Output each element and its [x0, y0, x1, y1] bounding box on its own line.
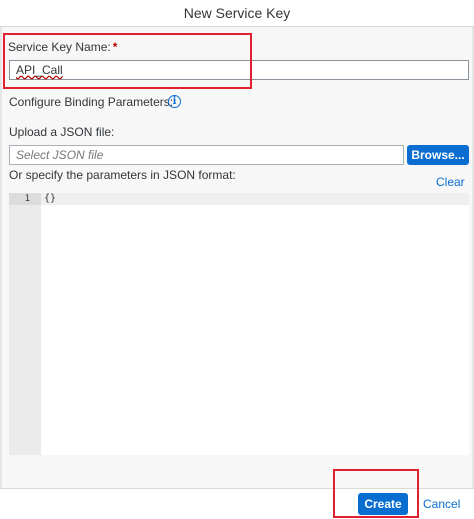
editor-code-area[interactable]: {}: [41, 193, 469, 455]
code-line: {}: [41, 193, 469, 205]
service-key-name-label: Service Key Name: *: [8, 40, 117, 54]
create-button[interactable]: Create: [358, 493, 408, 515]
clear-link[interactable]: Clear: [436, 175, 465, 189]
upload-json-label: Upload a JSON file:: [9, 125, 115, 139]
dialog-header: New Service Key: [0, 0, 474, 27]
json-format-label: Or specify the parameters in JSON format…: [9, 168, 236, 182]
required-mark: *: [112, 40, 118, 54]
dialog-content: Service Key Name: * API_Call Configure Bi…: [0, 27, 474, 488]
service-key-name-value: API_Call: [16, 63, 63, 77]
service-key-name-label-text: Service Key Name:: [8, 40, 111, 54]
line-number: 1: [9, 193, 41, 205]
json-editor[interactable]: 1 {}: [9, 193, 469, 455]
browse-button[interactable]: Browse...: [407, 145, 469, 165]
select-json-file-placeholder: Select JSON file: [16, 148, 104, 162]
new-service-key-dialog: New Service Key Service Key Name: * API_C…: [0, 0, 474, 519]
binding-parameters-label: Configure Binding Parameters:: [9, 95, 174, 109]
info-icon[interactable]: i: [168, 95, 181, 108]
service-key-name-input[interactable]: API_Call: [9, 60, 469, 80]
cancel-link[interactable]: Cancel: [423, 497, 460, 511]
dialog-title: New Service Key: [183, 5, 291, 21]
select-json-file-input[interactable]: Select JSON file: [9, 145, 404, 165]
editor-gutter: 1: [9, 193, 41, 455]
